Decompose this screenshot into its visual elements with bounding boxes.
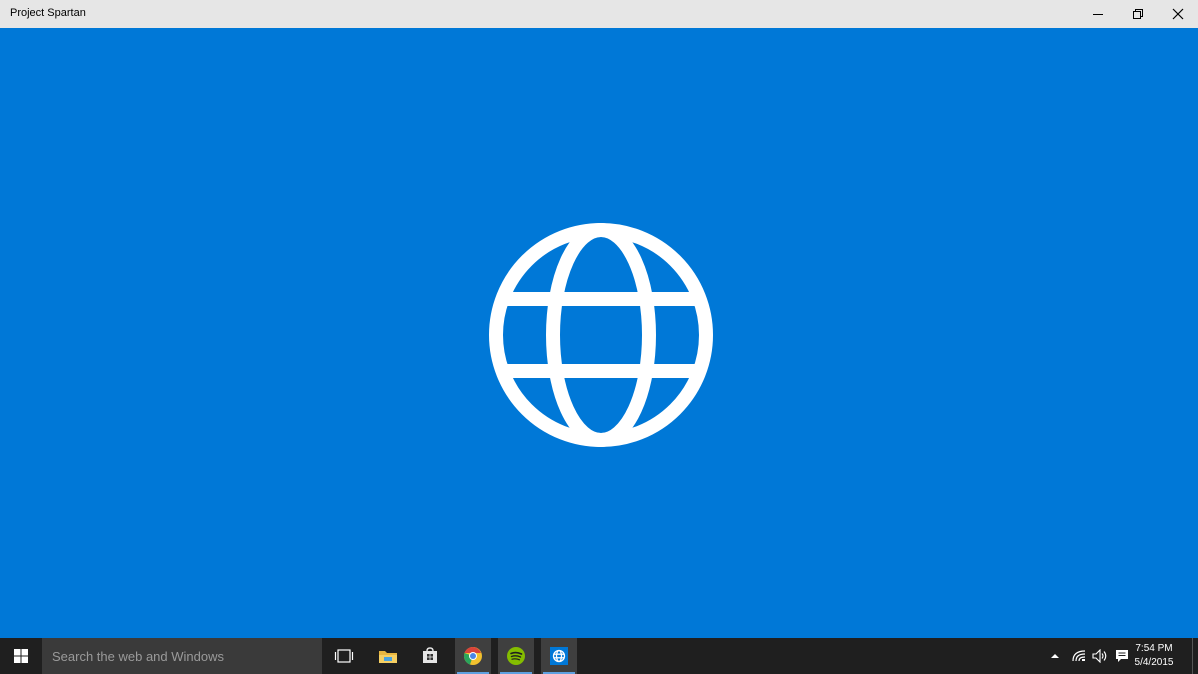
task-view-button[interactable] bbox=[326, 638, 362, 674]
taskbar: Search the web and Windows 7:54 PM 5/4/2… bbox=[0, 638, 1198, 674]
show-hidden-icons-button[interactable] bbox=[1046, 638, 1064, 674]
task-view-icon bbox=[334, 649, 354, 663]
volume-button[interactable] bbox=[1090, 638, 1110, 674]
splash-screen bbox=[0, 28, 1198, 638]
chrome-icon bbox=[463, 647, 482, 665]
show-hidden-icons-chevron-icon bbox=[1051, 654, 1059, 658]
minimize-button[interactable] bbox=[1078, 0, 1118, 28]
restore-icon bbox=[1133, 9, 1143, 19]
clock[interactable]: 7:54 PM 5/4/2015 bbox=[1124, 642, 1184, 670]
spotify-icon bbox=[507, 647, 525, 665]
project-spartan-button[interactable] bbox=[541, 638, 577, 674]
start-button[interactable] bbox=[0, 638, 42, 674]
restore-button[interactable] bbox=[1118, 0, 1158, 28]
clock-time: 7:54 PM bbox=[1135, 643, 1173, 654]
minimize-icon bbox=[1093, 14, 1103, 15]
search-input[interactable]: Search the web and Windows bbox=[42, 638, 322, 674]
chrome-button[interactable] bbox=[455, 638, 491, 674]
window-title: Project Spartan bbox=[10, 7, 86, 19]
spotify-button[interactable] bbox=[498, 638, 534, 674]
file-explorer-button[interactable] bbox=[370, 638, 406, 674]
search-placeholder: Search the web and Windows bbox=[52, 648, 224, 664]
windows-logo-icon bbox=[14, 649, 28, 663]
store-icon bbox=[423, 647, 437, 663]
title-bar: Project Spartan bbox=[0, 0, 1198, 28]
file-explorer-icon bbox=[379, 651, 397, 663]
show-desktop-button[interactable] bbox=[1192, 638, 1198, 674]
store-button[interactable] bbox=[412, 638, 448, 674]
volume-icon bbox=[1092, 649, 1107, 663]
project-spartan-icon bbox=[550, 647, 568, 665]
close-icon bbox=[1172, 8, 1184, 20]
clock-date: 5/4/2015 bbox=[1134, 657, 1174, 668]
network-button[interactable] bbox=[1068, 638, 1090, 674]
close-button[interactable] bbox=[1158, 0, 1198, 28]
globe-icon bbox=[489, 223, 713, 447]
wifi-icon bbox=[1072, 650, 1086, 662]
